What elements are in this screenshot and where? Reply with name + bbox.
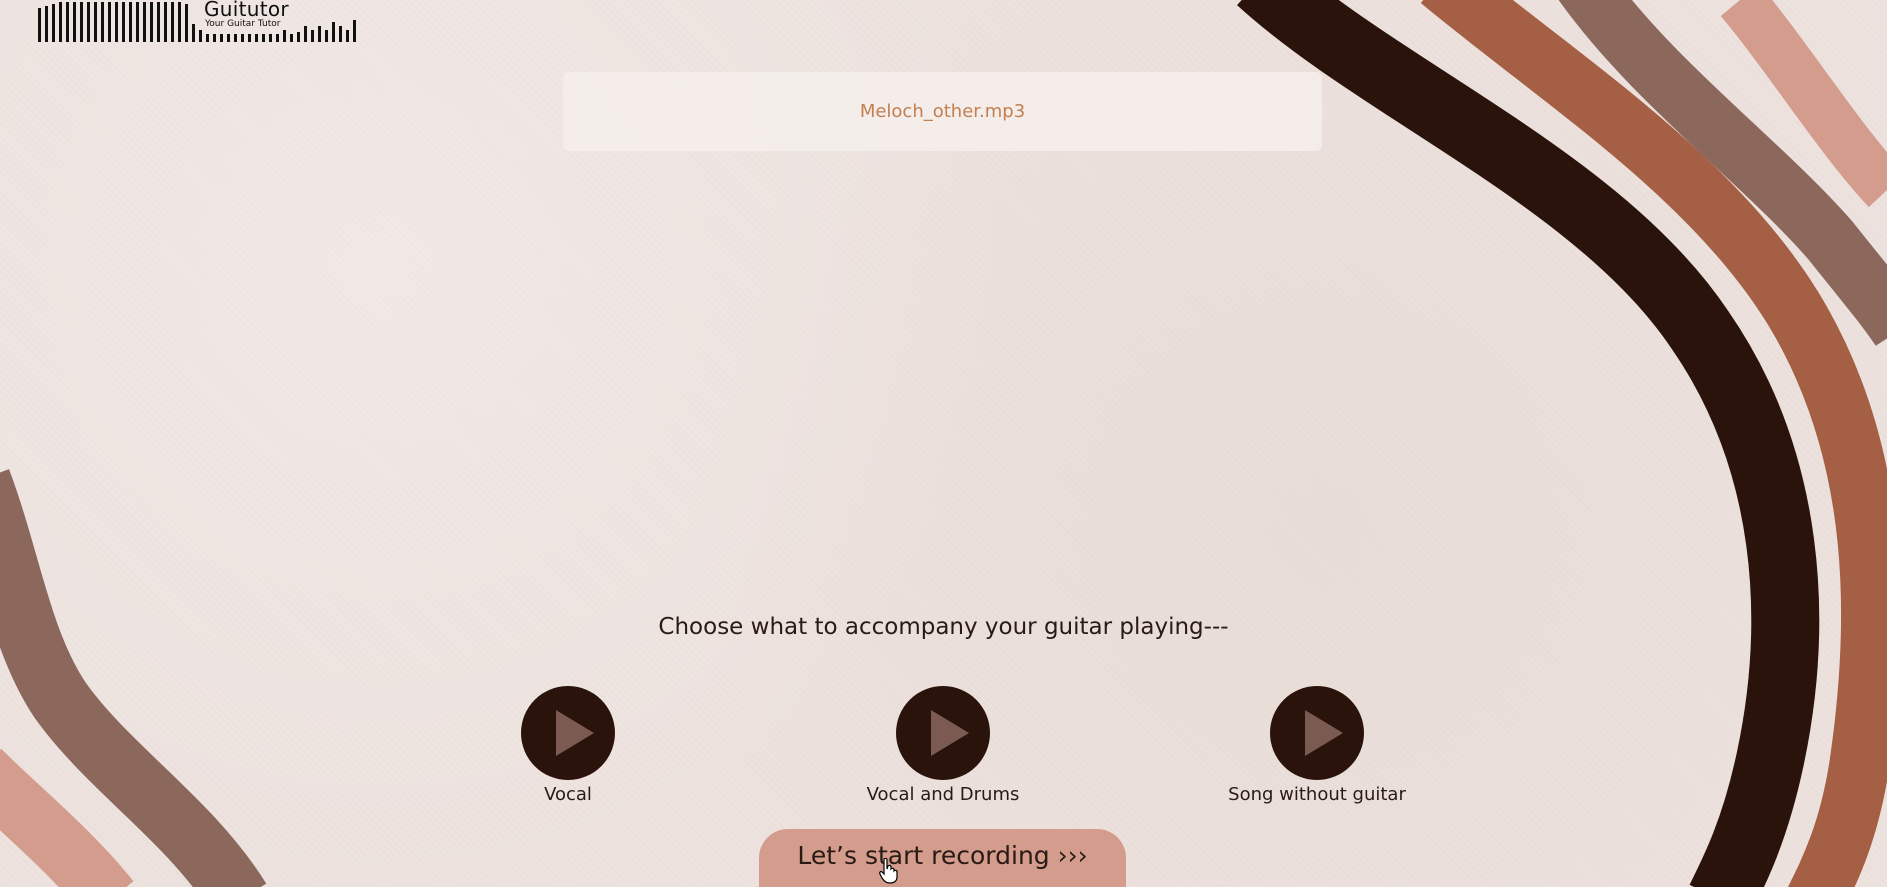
play-icon <box>556 710 594 756</box>
selected-file-box[interactable]: Meloch_other.mp3 <box>563 72 1322 151</box>
option-vocal-and-drums: Vocal and Drums <box>823 686 1063 805</box>
option-label: Song without guitar <box>1228 784 1406 805</box>
play-icon <box>931 710 969 756</box>
option-label: Vocal and Drums <box>866 784 1020 805</box>
option-vocal: Vocal <box>448 686 688 805</box>
play-icon <box>1305 710 1343 756</box>
option-label: Vocal <box>544 784 592 805</box>
hand-cursor-icon <box>879 858 898 884</box>
wave-rose-left <box>0 748 134 887</box>
equalizer-logo-icon <box>38 2 356 42</box>
app-logo[interactable]: Guitutor Your Guitar Tutor <box>38 0 368 44</box>
start-recording-button[interactable]: Let’s start recording ››› <box>759 829 1126 887</box>
play-song-without-guitar-button[interactable] <box>1270 686 1364 780</box>
logo-tagline: Your Guitar Tutor <box>205 19 281 29</box>
option-song-without-guitar: Song without guitar <box>1197 686 1437 805</box>
accompaniment-prompt: Choose what to accompany your guitar pla… <box>658 614 1229 640</box>
play-vocal-and-drums-button[interactable] <box>896 686 990 780</box>
file-name: Meloch_other.mp3 <box>859 101 1026 122</box>
logo-title: Guitutor <box>204 0 289 21</box>
start-recording-label: Let’s start recording ››› <box>797 841 1088 870</box>
play-vocal-button[interactable] <box>521 686 615 780</box>
